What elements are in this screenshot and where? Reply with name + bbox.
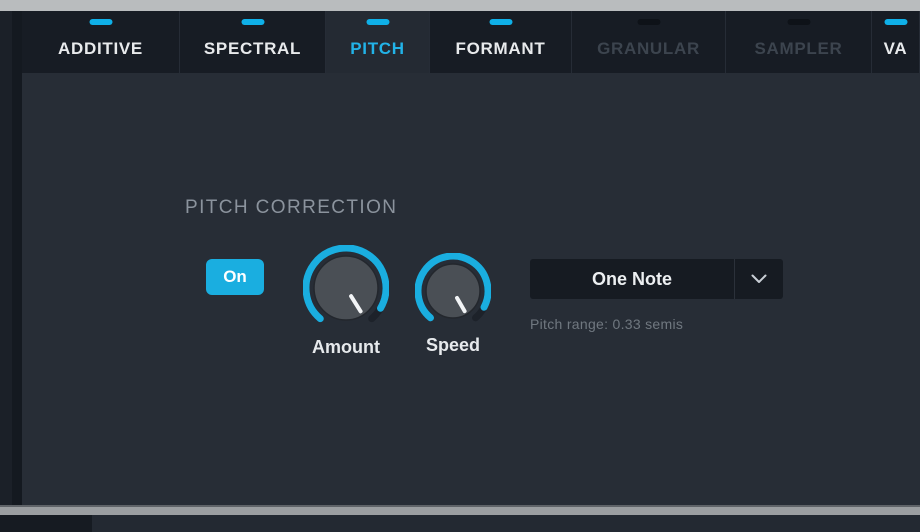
- tab-formant[interactable]: FORMANT: [430, 11, 572, 73]
- plugin-window: ADDITIVE SPECTRAL PITCH FORMANT GRANULAR SAMP…: [0, 0, 920, 532]
- tab-label: PITCH: [350, 39, 405, 58]
- window-footer-left: [0, 515, 92, 532]
- speed-knob[interactable]: [415, 253, 491, 329]
- tab-label: ADDITIVE: [58, 39, 143, 58]
- tab-pitch[interactable]: PITCH: [326, 11, 430, 73]
- tab-label: GRANULAR: [597, 39, 700, 58]
- tab-indicator-va: [884, 19, 907, 25]
- section-title-pitch-correction: PITCH CORRECTION: [185, 197, 398, 218]
- correction-mode-value: One Note: [591, 268, 672, 289]
- tab-additive[interactable]: ADDITIVE: [22, 11, 180, 73]
- tab-label: SAMPLER: [754, 39, 843, 58]
- module-tab-bar: ADDITIVE SPECTRAL PITCH FORMANT GRANULAR SAMP…: [22, 11, 920, 73]
- pitch-correction-on-button[interactable]: On: [206, 259, 264, 295]
- tab-spectral[interactable]: SPECTRAL: [180, 11, 326, 73]
- window-left-edge: [0, 11, 12, 532]
- tab-va[interactable]: VA: [872, 11, 920, 73]
- tab-indicator-additive: [89, 19, 112, 25]
- tab-label: FORMANT: [455, 39, 546, 58]
- tab-indicator-pitch: [366, 19, 389, 25]
- pitch-range-readout: Pitch range: 0.33 semis: [530, 316, 684, 332]
- tab-sampler[interactable]: SAMPLER: [726, 11, 872, 73]
- tab-indicator-sampler: [787, 19, 810, 25]
- amount-knob[interactable]: [303, 245, 389, 331]
- correction-mode-dropdown[interactable]: One Note: [530, 259, 783, 299]
- tab-indicator-spectral: [241, 19, 264, 25]
- tab-label: VA: [883, 39, 908, 58]
- chevron-down-icon: [734, 259, 783, 299]
- amount-knob-group: Amount: [303, 245, 389, 358]
- window-bottom-bar: [0, 507, 920, 515]
- pitch-panel: PITCH CORRECTION On Amount Speed One Not…: [22, 73, 920, 505]
- tab-indicator-granular: [637, 19, 660, 25]
- tab-granular[interactable]: GRANULAR: [572, 11, 726, 73]
- speed-knob-label: Speed: [425, 335, 481, 355]
- amount-knob-label: Amount: [312, 337, 380, 357]
- tab-indicator-formant: [489, 19, 512, 25]
- window-left-inner-edge: [12, 11, 22, 532]
- window-footer: [0, 515, 920, 532]
- tab-label: SPECTRAL: [203, 39, 302, 58]
- speed-knob-group: Speed: [415, 253, 491, 356]
